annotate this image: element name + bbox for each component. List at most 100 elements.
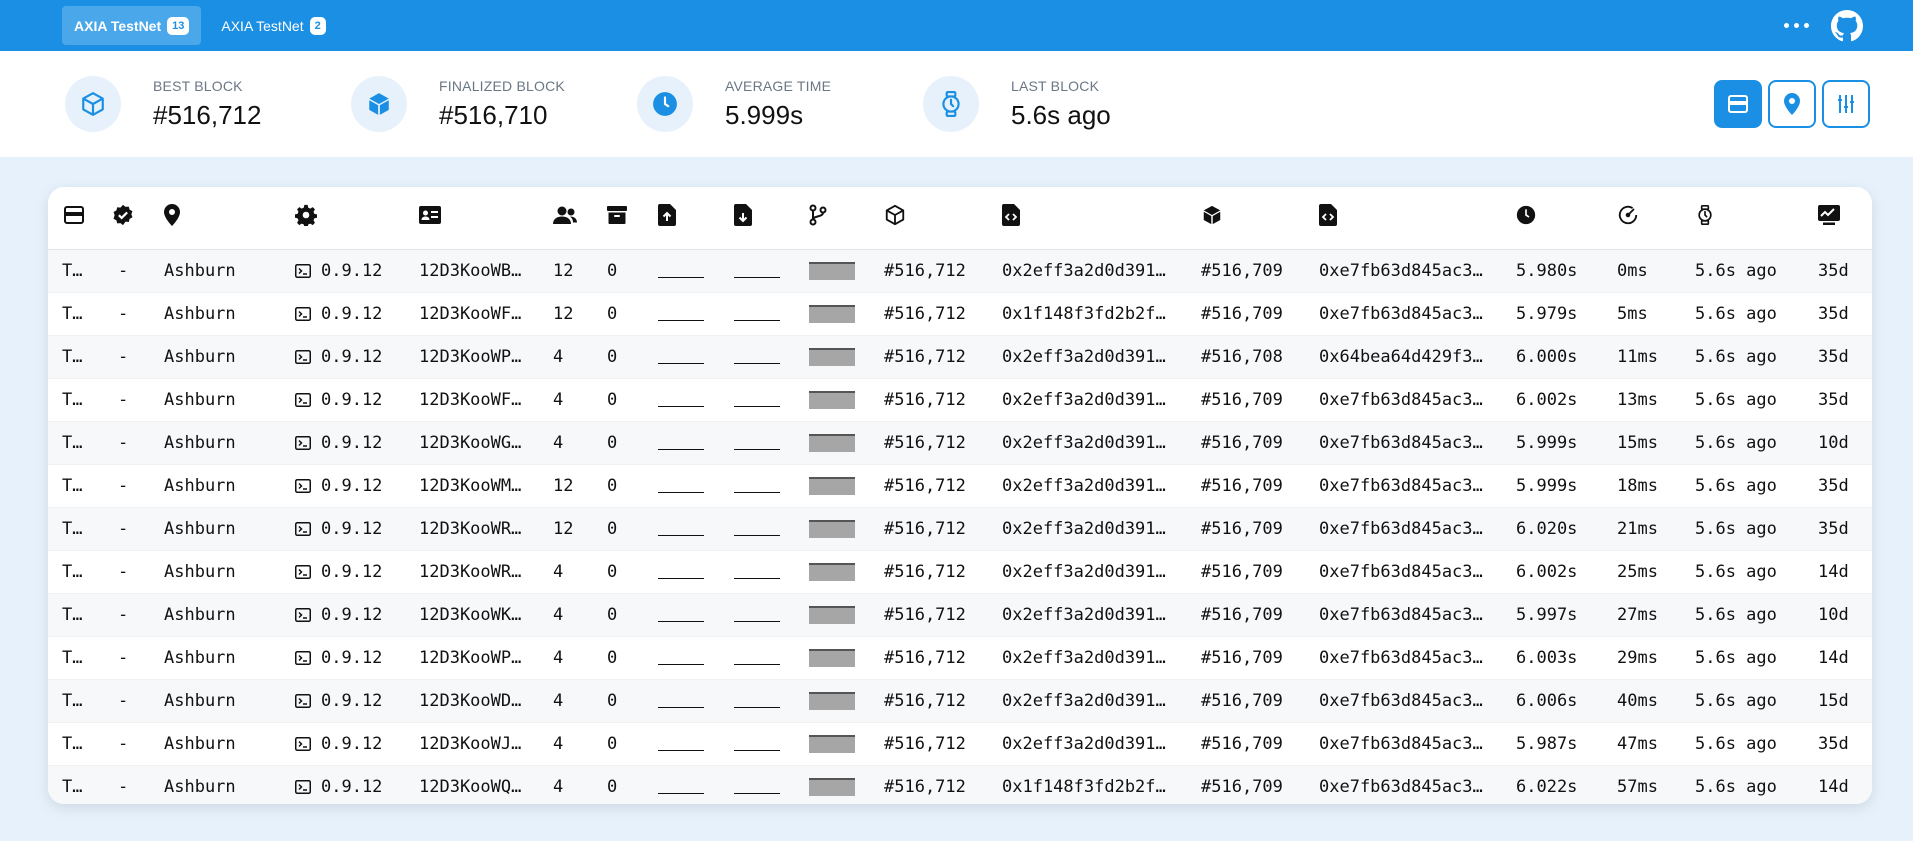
col-header-finalized-block[interactable]: [1185, 187, 1303, 250]
transactions-cell: 0: [591, 679, 642, 723]
sparkline: [734, 608, 780, 622]
card-icon: [64, 206, 84, 225]
finalized-block-cell: #516,709: [1185, 249, 1303, 293]
version-cell: 0.9.12: [279, 464, 403, 508]
col-header-upload[interactable]: [642, 187, 718, 250]
best-block-cell: #516,712: [868, 335, 986, 379]
nodes-table: T… - Ashburn 0.9.12 12D3KooWB… 12 0 #516,712 0x2…: [48, 187, 1872, 804]
peers-cell: 4: [537, 378, 591, 422]
state-cache-bar: [793, 292, 868, 336]
stat-last-block: LAST BLOCK 5.6s ago: [923, 76, 1209, 132]
col-header-finalized-hash[interactable]: [1303, 187, 1500, 250]
sparkline: [658, 565, 704, 579]
table-row[interactable]: T… - Ashburn 0.9.12 12D3KooWP… 4 0 #516,712 0x2e…: [48, 636, 1872, 680]
col-header-download[interactable]: [718, 187, 793, 250]
finalized-block-cell: #516,708: [1185, 335, 1303, 379]
location-cell: Ashburn: [148, 335, 279, 379]
terminal-icon: [295, 693, 311, 708]
tab-chain-1[interactable]: AXIA TestNet 13: [62, 6, 202, 45]
peers-cell: 4: [537, 335, 591, 379]
col-header-uptime[interactable]: [1802, 187, 1872, 250]
table-row[interactable]: T… - Ashburn 0.9.12 12D3KooWM… 12 0 #516,712 0x2…: [48, 464, 1872, 508]
table-row[interactable]: T… - Ashburn 0.9.12 12D3KooWK… 4 0 #516,712 0x2e…: [48, 593, 1872, 637]
more-menu-icon[interactable]: [1784, 23, 1809, 28]
map-view-button[interactable]: [1768, 80, 1816, 128]
validator-cell: -: [96, 464, 148, 508]
col-header-version[interactable]: [279, 187, 403, 250]
table-row[interactable]: T… - Ashburn 0.9.12 12D3KooWP… 4 0 #516,712 0x2e…: [48, 335, 1872, 379]
stat-label: BEST BLOCK: [153, 77, 243, 94]
propagation-cell: 40ms: [1601, 679, 1679, 723]
uptime-cell: 14d: [1802, 550, 1872, 594]
col-header-block-hash[interactable]: [986, 187, 1185, 250]
transactions-cell: 0: [591, 292, 642, 336]
validator-cell: -: [96, 421, 148, 465]
state-cache-bar: [793, 464, 868, 508]
version-cell: 0.9.12: [279, 679, 403, 723]
best-block-cell: #516,712: [868, 292, 986, 336]
tab-count-badge: 2: [309, 16, 326, 35]
col-header-last-block[interactable]: [1679, 187, 1802, 250]
col-header-node[interactable]: [48, 187, 96, 250]
download-chart: [718, 292, 793, 336]
list-view-button[interactable]: [1714, 80, 1762, 128]
stopwatch-icon: [1698, 205, 1712, 226]
location-cell: Ashburn: [148, 464, 279, 508]
sparkline: [734, 565, 780, 579]
col-header-propagation[interactable]: [1601, 187, 1679, 250]
download-chart: [718, 765, 793, 804]
col-header-peers[interactable]: [537, 187, 591, 250]
table-row[interactable]: T… - Ashburn 0.9.12 12D3KooWQ… 4 0 #516,712 0x1f…: [48, 765, 1872, 804]
block-hash-cell: 0x2eff3a2d0d391…: [986, 550, 1185, 594]
col-header-network-id[interactable]: [403, 187, 537, 250]
cube-outline-icon: [65, 76, 121, 132]
col-header-location[interactable]: [148, 187, 279, 250]
finalized-hash-cell: 0x64bea64d429f3…: [1303, 335, 1500, 379]
location-cell: Ashburn: [148, 636, 279, 680]
table-row[interactable]: T… - Ashburn 0.9.12 12D3KooWD… 4 0 #516,712 0x2e…: [48, 679, 1872, 723]
table-row[interactable]: T… - Ashburn 0.9.12 12D3KooWR… 4 0 #516,712 0x2e…: [48, 550, 1872, 594]
finalized-block-cell: #516,709: [1185, 765, 1303, 804]
uptime-cell: 14d: [1802, 636, 1872, 680]
cube-solid-icon: [351, 76, 407, 132]
stat-value: 5.999s: [725, 99, 804, 130]
finalized-hash-cell: 0xe7fb63d845ac3…: [1303, 378, 1500, 422]
block-hash-cell: 0x2eff3a2d0d391…: [986, 679, 1185, 723]
col-header-best-block[interactable]: [868, 187, 986, 250]
propagation-cell: 47ms: [1601, 722, 1679, 766]
settings-view-button[interactable]: [1822, 80, 1870, 128]
peers-cell: 4: [537, 593, 591, 637]
last-block-cell: 5.6s ago: [1679, 636, 1802, 680]
version-cell: 0.9.12: [279, 507, 403, 551]
table-row[interactable]: T… - Ashburn 0.9.12 12D3KooWR… 12 0 #516,712 0x2…: [48, 507, 1872, 551]
download-chart: [718, 679, 793, 723]
table-row[interactable]: T… - Ashburn 0.9.12 12D3KooWF… 4 0 #516,712 0x2e…: [48, 378, 1872, 422]
node-name: T…: [48, 765, 96, 804]
tab-chain-2[interactable]: AXIA TestNet 2: [209, 6, 337, 45]
finalized-hash-cell: 0xe7fb63d845ac3…: [1303, 507, 1500, 551]
cache-bar: [809, 433, 855, 452]
validator-cell: -: [96, 335, 148, 379]
col-header-state-cache[interactable]: [793, 187, 868, 250]
col-header-transactions[interactable]: [591, 187, 642, 250]
sparkline: [734, 651, 780, 665]
table-row[interactable]: T… - Ashburn 0.9.12 12D3KooWJ… 4 0 #516,712 0x2e…: [48, 722, 1872, 766]
best-block-cell: #516,712: [868, 593, 986, 637]
stat-finalized-block: FINALIZED BLOCK #516,710: [351, 76, 637, 132]
github-icon[interactable]: [1831, 9, 1863, 42]
transactions-cell: 0: [591, 550, 642, 594]
col-header-validator[interactable]: [96, 187, 148, 250]
table-row[interactable]: T… - Ashburn 0.9.12 12D3KooWB… 12 0 #516,712 0x2…: [48, 249, 1872, 293]
node-name: T…: [48, 249, 96, 293]
upload-icon: [658, 204, 676, 227]
block-hash-cell: 0x2eff3a2d0d391…: [986, 421, 1185, 465]
peers-cell: 12: [537, 464, 591, 508]
table-row[interactable]: T… - Ashburn 0.9.12 12D3KooWF… 12 0 #516,712 0x1…: [48, 292, 1872, 336]
finalized-block-cell: #516,709: [1185, 550, 1303, 594]
table-row[interactable]: T… - Ashburn 0.9.12 12D3KooWG… 4 0 #516,712 0x2e…: [48, 421, 1872, 465]
col-header-block-time[interactable]: [1500, 187, 1601, 250]
version-cell: 0.9.12: [279, 249, 403, 293]
state-cache-bar: [793, 550, 868, 594]
peers-cell: 4: [537, 550, 591, 594]
tab-count-badge: 13: [167, 16, 190, 35]
